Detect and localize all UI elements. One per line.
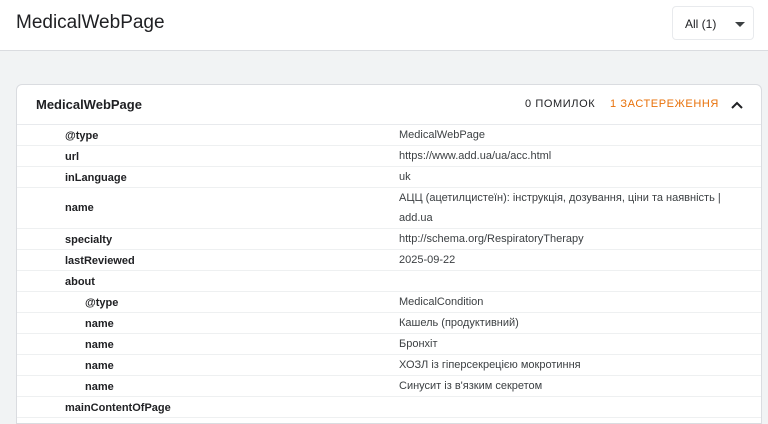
property-value: ХОЗЛ із гіперсекрецією мокротиння	[399, 359, 581, 371]
property-name: name	[85, 339, 114, 351]
result-card: MedicalWebPage 0 ПОМИЛОК 1 ЗАСТЕРЕЖЕННЯ …	[16, 84, 762, 424]
page-title: MedicalWebPage	[16, 12, 165, 33]
property-row: mainContentOfPage	[17, 397, 761, 418]
property-value: Бронхіт	[399, 338, 438, 350]
warnings-count[interactable]: 1 ЗАСТЕРЕЖЕННЯ	[610, 98, 719, 110]
property-value: Синусит із в'язким секретом	[399, 380, 543, 392]
card-title: MedicalWebPage	[36, 97, 142, 112]
property-name: @type	[65, 130, 99, 142]
property-row: about	[17, 271, 761, 292]
property-value: Кашель (продуктивний)	[399, 317, 519, 329]
property-value: АЦЦ (ацетилцистеїн): інструкція, дозуван…	[399, 192, 721, 224]
property-name: mainContentOfPage	[65, 402, 171, 414]
property-value: http://schema.org/RespiratoryTherapy	[399, 233, 584, 245]
property-value: 2025-09-22	[399, 254, 456, 266]
property-name: name	[85, 318, 114, 330]
caret-down-icon	[735, 22, 745, 27]
top-bar: MedicalWebPage All (1)	[0, 0, 768, 51]
property-row: name Кашель (продуктивний)	[17, 313, 761, 334]
property-name: name	[65, 202, 94, 214]
property-row: @type MedicalCondition	[17, 292, 761, 313]
property-value: MedicalWebPage	[399, 129, 486, 141]
property-row: name Синусит із в'язким секретом	[17, 376, 761, 397]
property-name: name	[85, 381, 114, 393]
property-name: url	[65, 151, 80, 163]
property-row: specialty http://schema.org/RespiratoryT…	[17, 229, 761, 250]
card-header[interactable]: MedicalWebPage 0 ПОМИЛОК 1 ЗАСТЕРЕЖЕННЯ	[17, 85, 761, 125]
property-value: uk	[399, 171, 411, 183]
property-name: name	[85, 360, 114, 372]
property-value: https://www.add.ua/ua/acc.html	[399, 150, 552, 162]
property-name: about	[65, 276, 95, 288]
property-row: url https://www.add.ua/ua/acc.html	[17, 146, 761, 167]
property-row: inLanguage uk	[17, 167, 761, 188]
property-row: name Бронхіт	[17, 334, 761, 355]
property-row: name АЦЦ (ацетилцистеїн): інструкція, до…	[17, 188, 761, 229]
errors-count: 0 ПОМИЛОК	[525, 98, 596, 110]
filter-label: All (1)	[685, 17, 717, 31]
property-name: @type	[85, 297, 119, 309]
property-name: specialty	[65, 234, 113, 246]
chevron-up-icon[interactable]	[729, 97, 745, 113]
property-name: inLanguage	[65, 172, 127, 184]
property-row: @type MedicalWebPage	[17, 125, 761, 146]
property-row: name ХОЗЛ із гіперсекрецією мокротиння	[17, 355, 761, 376]
property-value: MedicalCondition	[399, 296, 484, 308]
filter-dropdown[interactable]: All (1)	[672, 6, 754, 40]
property-row: lastReviewed 2025-09-22	[17, 250, 761, 271]
property-name: lastReviewed	[65, 255, 135, 267]
